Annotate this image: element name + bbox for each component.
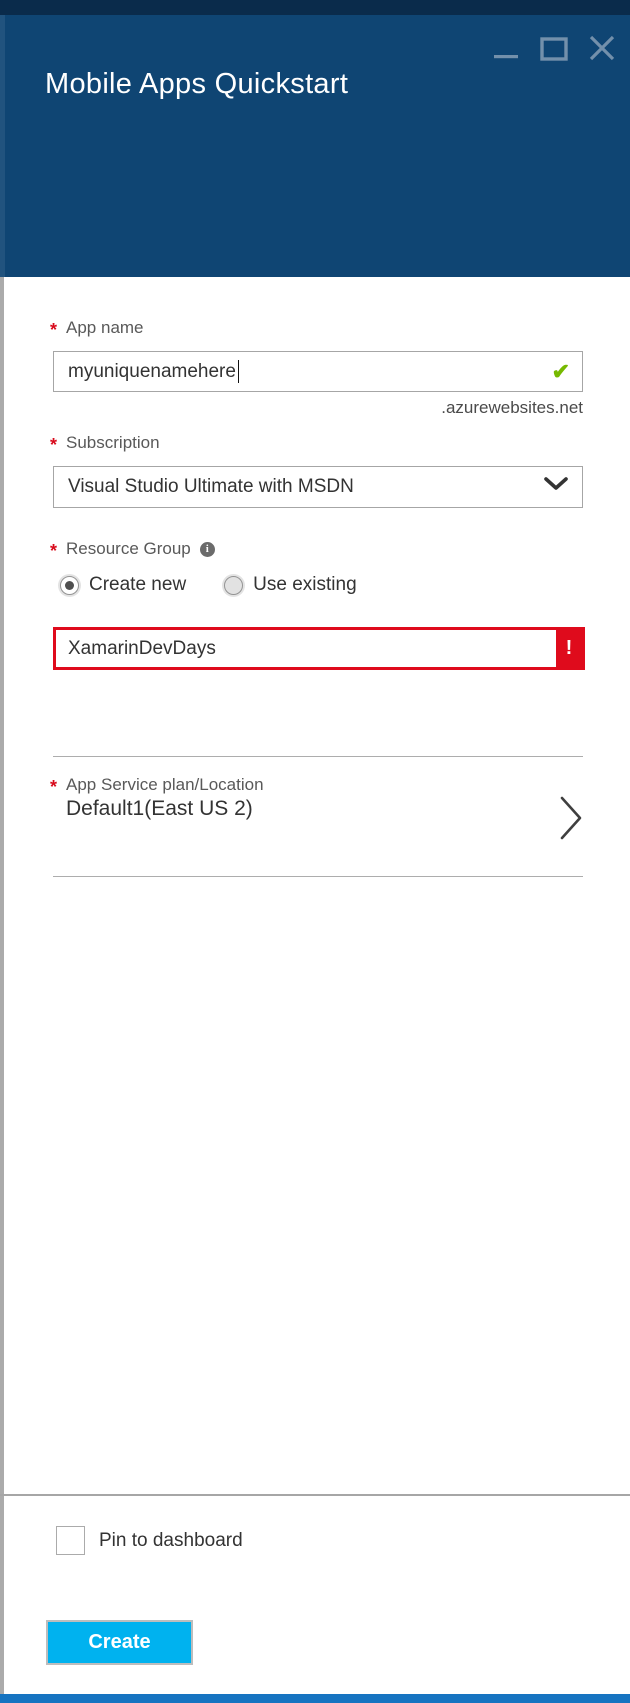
top-navy-strip xyxy=(0,0,630,15)
info-icon[interactable]: i xyxy=(200,542,215,557)
text-cursor xyxy=(238,360,239,383)
maximize-icon xyxy=(540,35,568,61)
footer-divider xyxy=(0,1494,630,1496)
required-asterisk: * xyxy=(50,542,57,560)
app-service-plan-value: Default1(East US 2) xyxy=(66,797,253,821)
create-button[interactable]: Create xyxy=(46,1620,193,1665)
radio-use-existing-label: Use existing xyxy=(253,574,357,596)
valid-check-icon: ✔ xyxy=(552,361,570,383)
divider xyxy=(53,756,583,757)
required-asterisk: * xyxy=(50,321,57,339)
pin-label: Pin to dashboard xyxy=(99,1530,243,1552)
resource-group-label-row: * Resource Group i xyxy=(50,539,215,559)
chevron-down-icon xyxy=(544,476,568,498)
minimize-button[interactable] xyxy=(490,31,522,65)
minimize-icon xyxy=(493,35,519,61)
resource-group-value: XamarinDevDays xyxy=(68,638,216,660)
resource-group-label: Resource Group xyxy=(66,539,191,559)
divider xyxy=(53,876,583,877)
radio-create-new-label: Create new xyxy=(89,574,186,596)
subscription-label: Subscription xyxy=(66,433,160,453)
subscription-select[interactable]: Visual Studio Ultimate with MSDN xyxy=(53,466,583,508)
app-service-plan-label: App Service plan/Location xyxy=(66,775,264,795)
subscription-selected-value: Visual Studio Ultimate with MSDN xyxy=(68,476,354,498)
subscription-label-row: * Subscription xyxy=(50,433,160,453)
bottom-blue-strip xyxy=(0,1694,630,1703)
pin-to-dashboard-row: Pin to dashboard xyxy=(56,1526,243,1555)
app-name-label-row: * App name xyxy=(50,318,144,338)
app-name-input[interactable]: myuniquenamehere ✔ xyxy=(53,351,583,392)
chevron-right-icon xyxy=(558,795,584,846)
close-icon xyxy=(588,34,616,62)
page-title: Mobile Apps Quickstart xyxy=(45,68,348,101)
resource-group-input[interactable]: XamarinDevDays ! xyxy=(53,627,585,670)
blade-header: Mobile Apps Quickstart xyxy=(0,15,630,277)
radio-selected-icon xyxy=(60,576,79,595)
domain-suffix: .azurewebsites.net xyxy=(53,398,583,418)
window-controls xyxy=(490,31,618,65)
blade-left-border xyxy=(0,277,4,1703)
radio-create-new[interactable]: Create new xyxy=(60,574,186,596)
radio-use-existing[interactable]: Use existing xyxy=(224,574,357,596)
app-service-plan-selector[interactable]: * App Service plan/Location Default1(Eas… xyxy=(0,762,630,872)
pin-checkbox[interactable] xyxy=(56,1526,85,1555)
required-asterisk: * xyxy=(50,778,57,796)
mobile-apps-quickstart-blade: Mobile Apps Quickstart * App name myuniq… xyxy=(0,0,630,1703)
required-asterisk: * xyxy=(50,436,57,454)
error-icon: ! xyxy=(556,630,582,667)
radio-unselected-icon xyxy=(224,576,243,595)
app-service-plan-label-row: * App Service plan/Location xyxy=(50,775,264,795)
app-name-value: myuniquenamehere xyxy=(68,361,236,383)
close-button[interactable] xyxy=(586,31,618,65)
header-left-edge xyxy=(0,15,5,277)
resource-group-mode-options: Create new Use existing xyxy=(60,574,357,596)
app-name-label: App name xyxy=(66,318,144,338)
maximize-button[interactable] xyxy=(538,31,570,65)
